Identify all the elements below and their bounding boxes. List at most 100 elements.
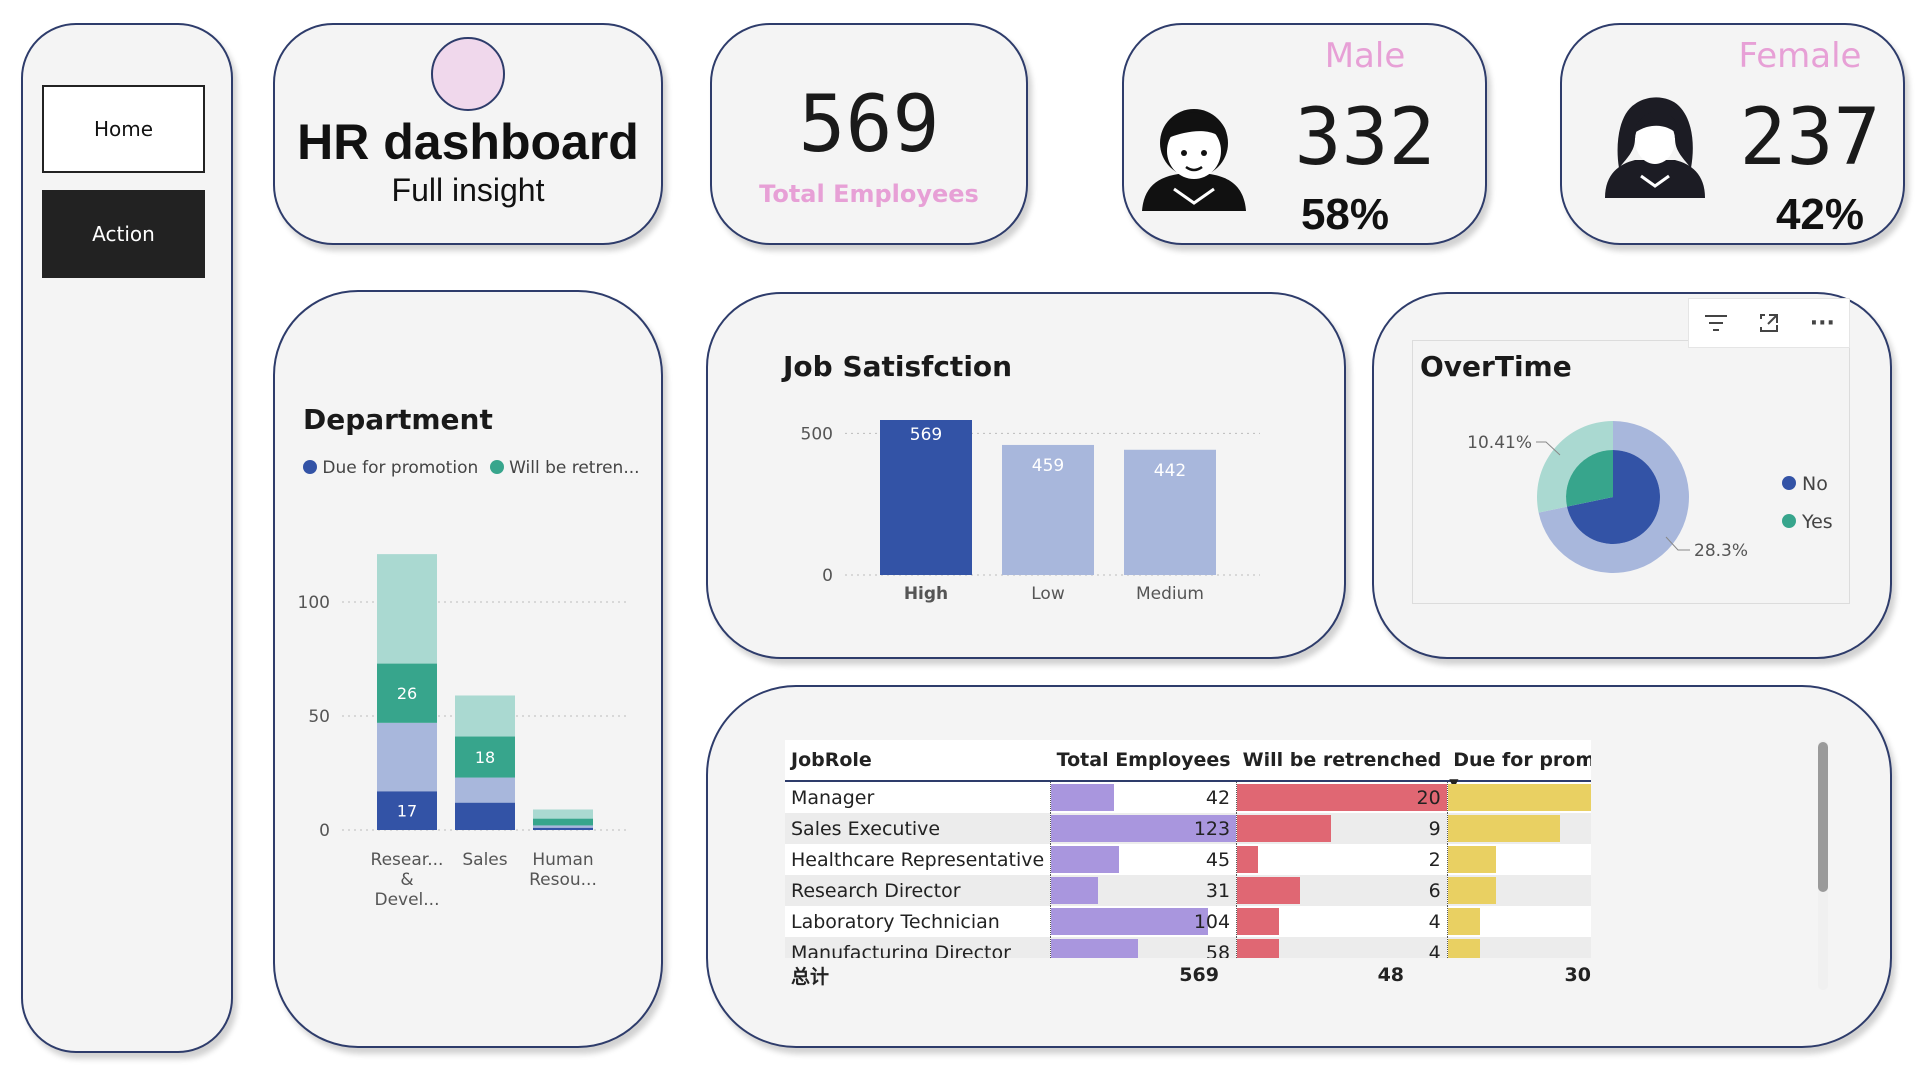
- table-scrollbar-track[interactable]: [1818, 740, 1828, 990]
- cell-value: 123: [1193, 817, 1231, 840]
- totals-total-employees: 569: [1179, 964, 1219, 986]
- cell-value: 31: [1205, 879, 1231, 902]
- department-data-label: 17: [397, 802, 417, 821]
- y-tick-label: 500: [801, 424, 833, 444]
- cell-value: 7: [1454, 818, 1591, 840]
- will-be-retrenched-cell: 20: [1236, 781, 1448, 813]
- will-be-retrenched-cell: 4: [1236, 937, 1448, 958]
- overtime-donut-chart: 10.41% 28.3%: [1467, 421, 1748, 573]
- department-bar-segment: [533, 827, 593, 830]
- will-be-retrenched-cell: 2: [1236, 844, 1448, 875]
- due-for-promotion-cell: 2: [1446, 906, 1591, 937]
- cell-value: 3: [1454, 880, 1591, 902]
- cell-value: 4: [1428, 910, 1441, 933]
- total-employees-label: Total Employees: [759, 180, 979, 208]
- table-row[interactable]: Laboratory Technician 104 42: [785, 906, 1591, 937]
- department-bar-segment: [533, 809, 593, 819]
- legend-item-no: No: [1782, 465, 1833, 503]
- y-tick-label: 0: [319, 821, 330, 841]
- x-tick-label: Devel...: [374, 890, 439, 910]
- jobrole-table: JobRole Total Employees Will be retrench…: [785, 740, 1591, 958]
- cell-value: 2: [1454, 911, 1591, 933]
- cell-value: 3: [1454, 849, 1591, 871]
- y-tick-label: 100: [298, 593, 330, 613]
- table-row[interactable]: Sales Executive 123 97: [785, 813, 1591, 844]
- total-employees-cell: 123: [1050, 813, 1237, 844]
- y-tick-label: 50: [308, 707, 330, 727]
- legend-dot-no: [1782, 476, 1796, 490]
- legend-dot-yes: [1782, 514, 1796, 528]
- table-row[interactable]: Healthcare Representative 45 23: [785, 844, 1591, 875]
- x-tick-label: Human: [532, 850, 593, 870]
- total-employees-cell: 42: [1050, 781, 1237, 813]
- action-nav-button[interactable]: Action: [42, 190, 205, 278]
- female-count: 237: [1739, 93, 1881, 183]
- legend-label-yes: Yes: [1802, 511, 1833, 533]
- cell-value: 2: [1454, 942, 1591, 959]
- y-tick-label: 0: [822, 566, 833, 586]
- job-satisfaction-title: Job Satisfction: [783, 350, 1013, 383]
- table-row[interactable]: Manufacturing Director 58 42: [785, 937, 1591, 958]
- total-employees-value: 569: [798, 80, 940, 170]
- due-for-promotion-cell: 13: [1446, 781, 1591, 813]
- focus-mode-icon[interactable]: [1742, 299, 1795, 347]
- jobrole-cell: Research Director: [791, 879, 961, 902]
- department-bar-chart: 0 50 100 17 26 Resear...&Devel... 18 Sales Human…: [298, 554, 630, 910]
- table-totals-row: 总计 569 48 30: [785, 958, 1591, 992]
- more-options-icon[interactable]: ···: [1796, 299, 1849, 347]
- jobrole-cell: Sales Executive: [791, 817, 941, 840]
- totals-will-be-retrenched: 48: [1377, 964, 1405, 986]
- department-bar-segment: [455, 695, 515, 737]
- department-bar-segment: [533, 818, 593, 826]
- department-bar-segment: [533, 825, 593, 828]
- table-row[interactable]: Research Director 31 63: [785, 875, 1591, 906]
- col-header-total[interactable]: Total Employees: [1051, 740, 1237, 781]
- job-satisfaction-bar-chart: 0 500 569 High 459 Low 442 Medium: [801, 420, 1260, 604]
- overtime-annotation-bottom: 28.3%: [1694, 541, 1748, 561]
- total-employees-cell: 58: [1050, 937, 1237, 958]
- female-person-icon: [1605, 94, 1705, 198]
- overtime-legend: No Yes: [1782, 465, 1833, 541]
- page-subtitle: Full insight: [391, 172, 545, 208]
- department-legend: Due for promotion Will be retren...: [303, 458, 640, 478]
- x-tick-label: Resou...: [529, 870, 597, 890]
- home-nav-button[interactable]: Home: [42, 85, 205, 173]
- table-row[interactable]: Manager 42 20 13: [785, 781, 1591, 813]
- legend-item-yes: Yes: [1782, 503, 1833, 541]
- due-for-promotion-cell: 3: [1446, 844, 1591, 875]
- filter-icon[interactable]: [1689, 299, 1742, 347]
- overtime-title: OverTime: [1420, 350, 1572, 383]
- legend-dot-retrench: [489, 460, 504, 474]
- male-count: 332: [1294, 93, 1436, 183]
- col-header-jobrole[interactable]: JobRole: [785, 740, 1051, 781]
- due-for-promotion-cell: 2: [1446, 937, 1591, 959]
- cell-value: 13: [1454, 787, 1591, 809]
- department-data-label: 18: [475, 748, 495, 767]
- cell-value: 20: [1416, 786, 1441, 809]
- table-header-row: JobRole Total Employees Will be retrench…: [785, 740, 1591, 790]
- legend-label-no: No: [1802, 473, 1828, 495]
- legend-label-retrench: Will be retren...: [509, 458, 640, 478]
- female-percent: 42%: [1775, 190, 1865, 239]
- female-label: Female: [1738, 36, 1862, 76]
- page-title: HR dashboard: [297, 114, 639, 170]
- job-satisfaction-data-label: 459: [1032, 456, 1064, 476]
- will-be-retrenched-cell: 4: [1236, 906, 1448, 937]
- legend-dot-promotion: [303, 460, 317, 474]
- department-chart-title: Department: [303, 403, 493, 436]
- cell-value: 42: [1205, 786, 1231, 809]
- department-data-label: 26: [397, 684, 417, 703]
- total-employees-cell: 104: [1050, 906, 1237, 937]
- total-employees-cell: 31: [1050, 875, 1237, 906]
- jobrole-cell: Laboratory Technician: [791, 910, 1000, 933]
- totals-label: 总计: [791, 965, 830, 988]
- col-header-retrenched[interactable]: Will be retrenched: [1237, 740, 1448, 781]
- visual-toolbar: ···: [1688, 298, 1850, 348]
- cell-value: 45: [1205, 848, 1231, 871]
- job-satisfaction-data-label: 442: [1154, 461, 1186, 481]
- legend-label-promotion: Due for promotion: [322, 458, 479, 478]
- table-scrollbar-thumb[interactable]: [1818, 742, 1828, 892]
- will-be-retrenched-cell: 9: [1236, 813, 1448, 844]
- col-header-promotion[interactable]: Due for promotion ▼: [1447, 740, 1591, 790]
- male-percent: 58%: [1300, 190, 1390, 239]
